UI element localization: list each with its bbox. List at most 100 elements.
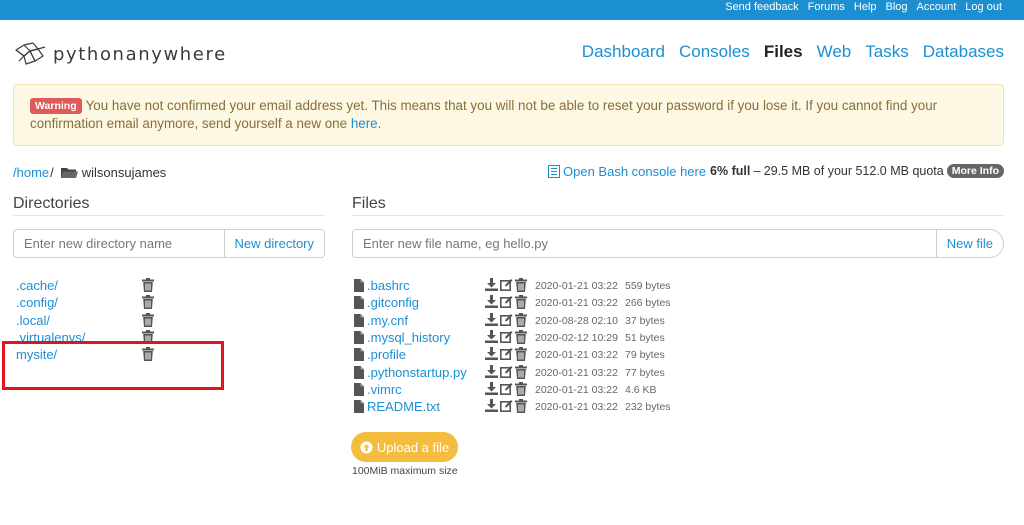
file-icon — [354, 330, 364, 347]
file-size: 51 bytes — [625, 331, 665, 344]
file-date: 2020-01-21 03:22 — [535, 349, 618, 362]
blog-link[interactable]: Blog — [886, 1, 908, 13]
file-link[interactable]: .bashrc — [367, 278, 410, 293]
trash-icon[interactable] — [515, 329, 527, 344]
file-size: 232 bytes — [625, 401, 671, 414]
file-icon — [354, 382, 364, 399]
file-row: README.txt 2020-01-21 03:22 232 bytes — [352, 399, 692, 416]
file-link[interactable]: .pythonstartup.py — [367, 365, 467, 380]
nav-web[interactable]: Web — [817, 42, 852, 62]
trash-icon[interactable] — [515, 381, 527, 396]
trash-icon[interactable] — [515, 278, 527, 292]
directory-link[interactable]: .cache/ — [16, 278, 58, 293]
upload-label: Upload a file — [376, 439, 450, 455]
edit-icon[interactable] — [500, 365, 513, 379]
download-icon[interactable] — [485, 295, 498, 309]
file-size: 77 bytes — [625, 366, 665, 379]
file-date: 2020-01-21 03:22 — [535, 297, 618, 310]
breadcrumb-user: wilsonsujames — [81, 165, 167, 180]
breadcrumb-home[interactable]: /home — [13, 165, 49, 180]
open-bash-console-link[interactable]: Open Bash console here — [548, 164, 706, 179]
new-file-button[interactable]: New file — [935, 230, 1003, 257]
file-link[interactable]: .gitconfig — [367, 295, 419, 310]
new-directory-group: New directory — [13, 229, 325, 258]
file-link[interactable]: .mysql_history — [367, 330, 450, 345]
help-link[interactable]: Help — [854, 1, 877, 13]
download-icon[interactable] — [485, 381, 498, 396]
file-size: 79 bytes — [625, 349, 665, 362]
trash-icon[interactable] — [142, 295, 154, 312]
file-actions — [485, 381, 527, 396]
trash-icon[interactable] — [515, 364, 527, 379]
edit-icon[interactable] — [500, 347, 513, 361]
main-nav: Dashboard Consoles Files Web Tasks Datab… — [582, 42, 1004, 62]
file-size: 559 bytes — [625, 280, 671, 292]
edit-icon[interactable] — [500, 382, 513, 396]
edit-icon[interactable] — [500, 313, 513, 327]
file-icon — [354, 296, 364, 312]
logout-link[interactable]: Log out — [965, 1, 1002, 13]
logo-icon — [15, 42, 46, 65]
file-row: .pythonstartup.py 2020-01-21 03:22 77 byte… — [352, 364, 692, 382]
file-link[interactable]: .profile — [367, 347, 406, 362]
file-date: 2020-01-21 03:22 — [535, 366, 618, 379]
quota-text: – 29.5 MB of your 512.0 MB quota — [753, 164, 944, 178]
logo-text: pythonanywhere — [53, 43, 227, 65]
highlight-box — [2, 341, 224, 390]
edit-icon[interactable] — [500, 330, 513, 344]
file-date: 2020-01-21 03:22 — [535, 383, 618, 396]
files-heading: Files — [352, 195, 386, 212]
file-link[interactable]: .my.cnf — [367, 313, 408, 328]
account-link[interactable]: Account — [917, 1, 957, 13]
trash-icon[interactable] — [515, 295, 527, 310]
edit-icon[interactable] — [500, 278, 513, 292]
warning-badge: Warning — [30, 98, 82, 114]
resend-confirmation-link[interactable]: here — [351, 116, 378, 131]
file-actions — [485, 347, 527, 362]
edit-icon[interactable] — [500, 399, 513, 413]
trash-icon[interactable] — [142, 278, 154, 295]
download-icon[interactable] — [485, 399, 498, 413]
breadcrumb: /home / wilsonsujames — [13, 165, 166, 180]
directories-divider — [13, 215, 325, 216]
nav-files[interactable]: Files — [764, 42, 803, 62]
new-directory-input[interactable] — [14, 230, 224, 257]
file-link[interactable]: README.txt — [367, 399, 440, 414]
nav-dashboard[interactable]: Dashboard — [582, 42, 665, 62]
quota-percent: 6% full — [710, 164, 751, 178]
download-icon[interactable] — [485, 312, 498, 327]
file-row: .my.cnf 2020-08-28 02:10 37 bytes — [352, 312, 692, 330]
trash-icon[interactable] — [515, 399, 527, 414]
trash-icon[interactable] — [515, 312, 527, 327]
nav-consoles[interactable]: Consoles — [679, 42, 750, 62]
upload-file-button[interactable]: Upload a file — [351, 432, 458, 462]
directory-link[interactable]: .local/ — [16, 313, 50, 328]
new-file-input[interactable] — [353, 230, 936, 257]
file-row: .mysql_history 2020-02-12 10:29 51 bytes — [352, 329, 692, 347]
download-icon[interactable] — [485, 329, 498, 344]
trash-icon[interactable] — [142, 312, 154, 330]
download-icon[interactable] — [485, 347, 498, 361]
folder-icon — [60, 167, 78, 178]
file-link[interactable]: .vimrc — [367, 382, 402, 397]
more-info-button[interactable]: More Info — [946, 164, 1004, 178]
download-icon[interactable] — [485, 278, 498, 292]
nav-databases[interactable]: Databases — [923, 42, 1004, 62]
warning-end: . — [377, 116, 382, 131]
forums-link[interactable]: Forums — [808, 1, 845, 13]
file-date: 2020-02-12 10:29 — [535, 331, 618, 344]
logo[interactable]: pythonanywhere — [13, 41, 227, 67]
max-size-note: 100MiB maximum size — [352, 465, 458, 477]
files-divider — [352, 215, 1004, 216]
file-icon — [354, 313, 364, 330]
download-icon[interactable] — [485, 364, 498, 379]
edit-icon[interactable] — [500, 295, 513, 309]
top-links: Send feedback Forums Help Blog Account L… — [725, 1, 1002, 13]
send-feedback-link[interactable]: Send feedback — [725, 1, 798, 13]
file-actions — [485, 295, 527, 310]
nav-tasks[interactable]: Tasks — [865, 42, 908, 62]
trash-icon[interactable] — [515, 347, 527, 362]
disk-quota: 6% full – 29.5 MB of your 512.0 MB quota… — [710, 164, 1004, 178]
directory-link[interactable]: .config/ — [16, 295, 58, 310]
new-directory-button[interactable]: New directory — [223, 230, 324, 257]
